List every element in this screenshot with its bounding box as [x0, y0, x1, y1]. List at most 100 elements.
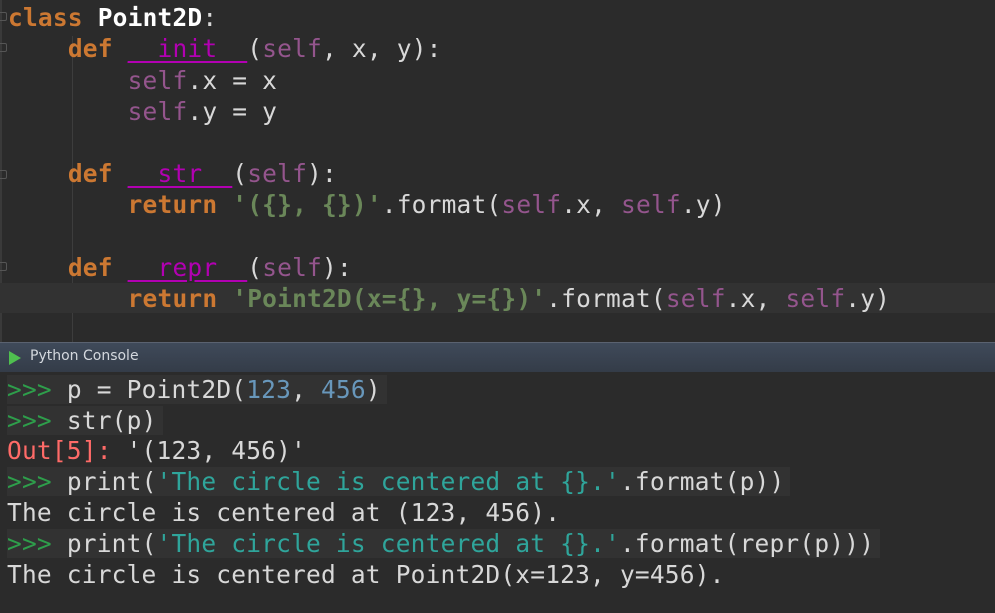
token-plain: (	[247, 34, 263, 63]
console-line-content: >>> print('The circle is centered at {}.…	[7, 467, 791, 496]
token-kw: def	[67, 253, 113, 282]
token-plain: .format(p))	[619, 467, 785, 496]
token-prompt: >>>	[7, 406, 67, 435]
console-line: >>> str(p)	[7, 405, 163, 436]
console-line-content: >>> str(p)	[7, 406, 163, 435]
token-plain: .y)	[845, 284, 891, 313]
code-line: def __init__(self, x, y):	[8, 34, 442, 64]
token-cstr: 'The circle is centered at {}.'	[156, 529, 620, 558]
token-plain: , x, y):	[322, 34, 442, 63]
token-plain: The circle is centered at (123, 456).	[7, 498, 561, 527]
token-plain: print(	[66, 467, 157, 496]
token-plain: .y = y	[187, 97, 278, 126]
token-plain: .x,	[561, 190, 622, 219]
token-dunder: __str__	[127, 159, 233, 188]
fold-marker[interactable]	[0, 262, 7, 271]
console-line: >>> print('The circle is centered at {}.…	[7, 528, 881, 559]
token-plain: )	[365, 375, 381, 404]
token-plain: print(	[66, 529, 157, 558]
fold-marker[interactable]	[0, 43, 7, 52]
token-plain: (	[232, 159, 248, 188]
token-self: self	[262, 34, 322, 63]
code-line-content: def __str__(self):	[8, 159, 337, 188]
token-plain: .y)	[680, 190, 726, 219]
token-kw: return	[127, 284, 218, 313]
console-line-content: >>> print('The circle is centered at {}.…	[7, 529, 881, 558]
token-str: '({}, {})'	[232, 190, 382, 219]
code-line-content: class Point2D:	[8, 3, 217, 32]
token-plain: str(p)	[66, 406, 157, 435]
token-num: 123	[246, 375, 292, 404]
token-kw: class	[8, 3, 83, 32]
code-line-content: def __init__(self, x, y):	[8, 34, 442, 63]
token-self: self	[785, 284, 846, 313]
token-plain: .format(	[381, 190, 502, 219]
code-line: return '({}, {})'.format(self.x, self.y)	[8, 190, 726, 220]
token-plain: p = Point2D(	[66, 375, 247, 404]
token-str: 'Point2D(x={}, y={})'	[232, 284, 547, 313]
token-kw: def	[67, 159, 113, 188]
token-cstr: 'The circle is centered at {}.'	[156, 467, 620, 496]
console-line: The circle is centered at (123, 456).	[7, 497, 560, 528]
console-title: Python Console	[30, 348, 139, 364]
token-kw: return	[127, 190, 218, 219]
console-line: >>> p = Point2D(123, 456)	[7, 374, 387, 405]
token-self: self	[501, 190, 562, 219]
token-prompt: >>>	[7, 529, 67, 558]
token-self: self	[621, 190, 681, 219]
token-plain: .format(	[546, 284, 666, 313]
code-line-content: self.y = y	[8, 97, 277, 126]
console-line-content: >>> p = Point2D(123, 456)	[7, 375, 387, 404]
code-line: self.x = x	[8, 66, 277, 96]
token-self: self	[247, 159, 308, 188]
token-prompt: >>>	[7, 375, 67, 404]
fold-marker[interactable]	[0, 170, 7, 179]
token-plain: :	[202, 3, 218, 32]
token-plain: .format(repr(p)))	[619, 529, 875, 558]
token-plain: (	[247, 253, 263, 282]
token-self: self	[262, 253, 322, 282]
token-plain: ):	[307, 159, 337, 188]
code-line: def __str__(self):	[8, 159, 337, 189]
token-self: self	[127, 66, 188, 95]
code-line: def __repr__(self):	[8, 253, 352, 283]
console-line-content: The circle is centered at Point2D(x=123,…	[7, 560, 725, 589]
code-line-content: return '({}, {})'.format(self.x, self.y)	[8, 190, 726, 219]
code-editor[interactable]: class Point2D: def __init__(self, x, y):…	[0, 0, 995, 342]
code-line: return 'Point2D(x={}, y={})'.format(self…	[8, 284, 890, 314]
code-line-content: return 'Point2D(x={}, y={})'.format(self…	[8, 284, 890, 313]
token-self: self	[127, 97, 188, 126]
console-line-content: Out[5]: '(123, 456)'	[7, 436, 306, 465]
token-plain: ,	[291, 375, 321, 404]
code-line-content: def __repr__(self):	[8, 253, 352, 282]
code-line-content: self.x = x	[8, 66, 277, 95]
python-console[interactable]: >>> p = Point2D(123, 456) >>> str(p) Out[5…	[0, 372, 995, 613]
token-dunder: __repr__	[127, 253, 248, 282]
token-prompt: >>>	[7, 467, 67, 496]
code-line: self.y = y	[8, 97, 277, 127]
token-dunder: __init__	[127, 34, 248, 63]
console-header[interactable]: Python Console	[0, 342, 995, 372]
console-line: Out[5]: '(123, 456)'	[7, 435, 306, 466]
fold-marker[interactable]	[0, 12, 7, 21]
token-plain: .x,	[725, 284, 786, 313]
run-icon[interactable]	[9, 351, 21, 365]
token-plain: The circle is centered at Point2D(x=123,…	[7, 560, 725, 589]
token-cls: Point2D	[97, 3, 203, 32]
token-plain: ):	[322, 253, 352, 282]
token-plain: .x = x	[187, 66, 278, 95]
token-self: self	[665, 284, 726, 313]
code-line: class Point2D:	[8, 3, 217, 33]
